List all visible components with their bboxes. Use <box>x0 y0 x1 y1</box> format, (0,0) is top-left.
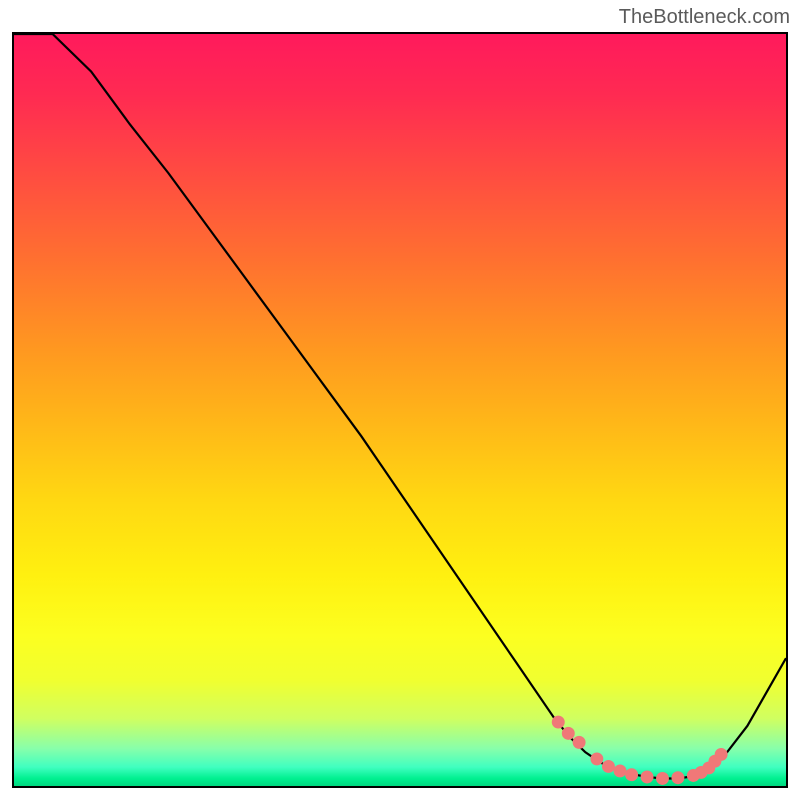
marker-dot <box>625 768 638 781</box>
marker-dot <box>641 771 654 784</box>
marker-dot <box>562 727 575 740</box>
marker-dot <box>656 772 669 785</box>
marker-dot <box>715 748 728 761</box>
bottleneck-curve-line <box>14 34 786 778</box>
watermark-text: TheBottleneck.com <box>619 6 790 29</box>
chart-svg <box>14 34 786 786</box>
marker-dot <box>614 764 627 777</box>
marker-dot <box>602 760 615 773</box>
marker-dot <box>552 716 565 729</box>
marker-dot <box>590 752 603 765</box>
marker-dot <box>573 736 586 749</box>
chart-plot-area <box>12 32 788 788</box>
marker-dot <box>671 771 684 784</box>
